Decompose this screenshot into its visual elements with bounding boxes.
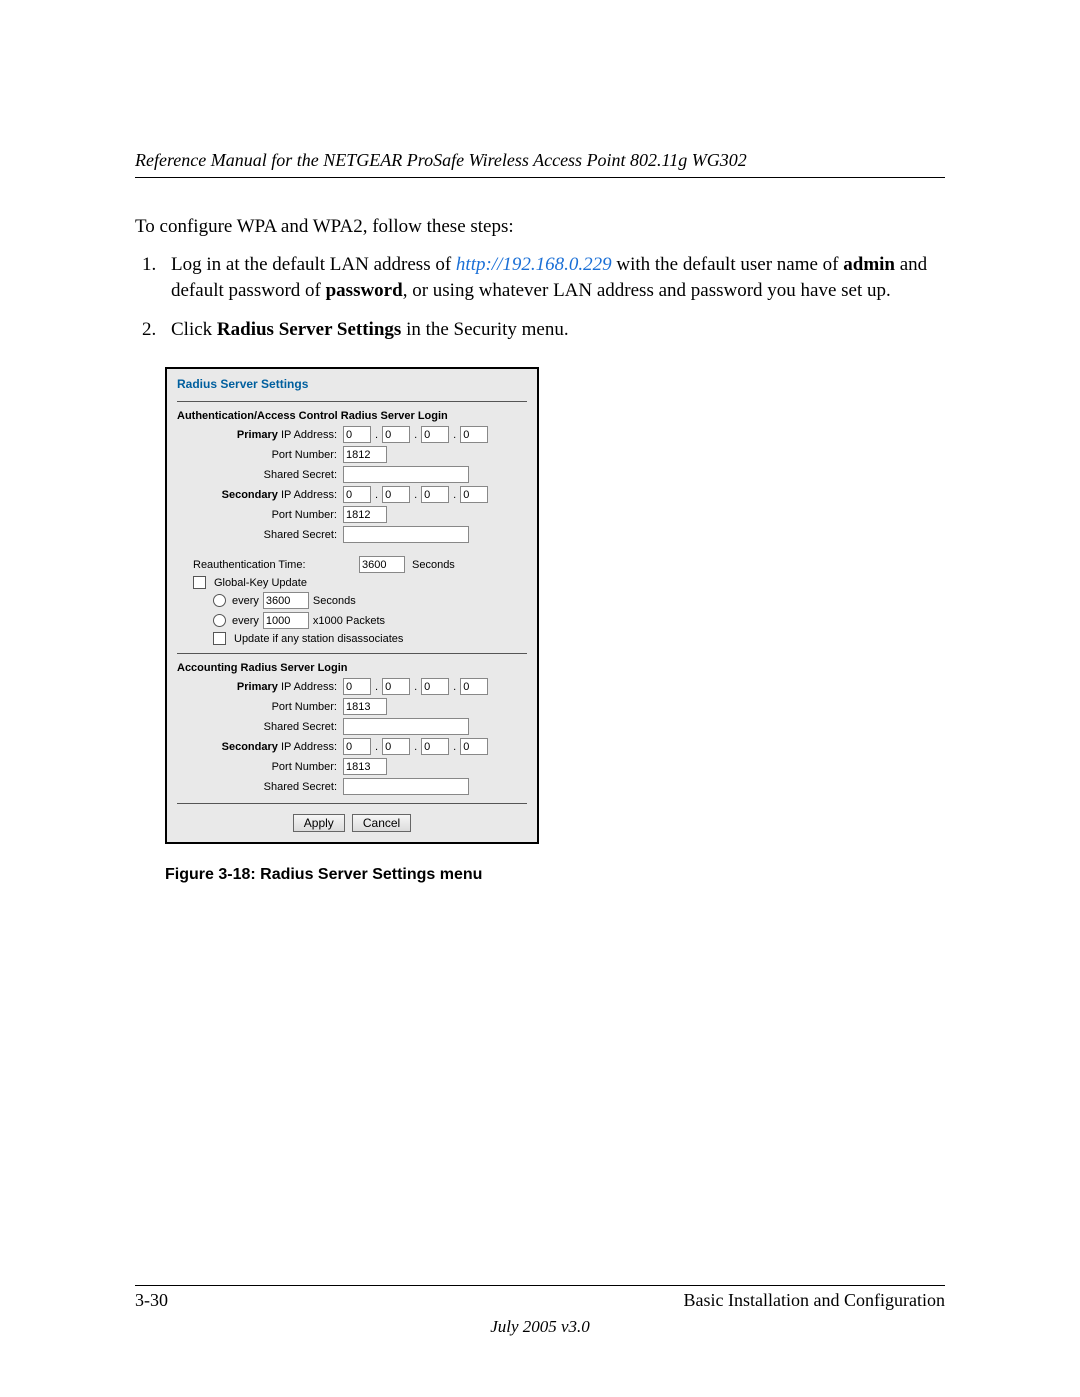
- auth-secondary-port[interactable]: [343, 506, 387, 523]
- dot-icon: .: [453, 489, 456, 501]
- primary-ip-label: Primary IP Address:: [177, 429, 343, 441]
- step1-text-d: , or using whatever LAN address and pass…: [403, 280, 891, 301]
- auth-primary-secret[interactable]: [343, 466, 469, 483]
- seconds-unit: Seconds: [313, 595, 356, 607]
- footer-page-number: 3-30: [135, 1290, 168, 1311]
- secret-label: Shared Secret:: [177, 469, 343, 481]
- acct-primary-ip-3[interactable]: [421, 678, 449, 695]
- update-disassoc-checkbox[interactable]: [213, 632, 226, 645]
- dot-icon: .: [453, 429, 456, 441]
- default-lan-link[interactable]: http://192.168.0.229: [456, 254, 612, 275]
- every-label: every: [232, 615, 259, 627]
- auth-primary-port[interactable]: [343, 446, 387, 463]
- secret-label: Shared Secret:: [177, 529, 343, 541]
- step-1: Log in at the default LAN address of htt…: [161, 252, 945, 305]
- acct-secondary-port[interactable]: [343, 758, 387, 775]
- primary-ip-label: Primary IP Address:: [177, 681, 343, 693]
- reauth-label: Reauthentication Time:: [177, 559, 359, 571]
- auth-primary-ip-3[interactable]: [421, 426, 449, 443]
- dot-icon: .: [414, 681, 417, 693]
- every-label: every: [232, 595, 259, 607]
- radius-settings-panel: Radius Server Settings Authentication/Ac…: [165, 367, 539, 844]
- every-seconds-input[interactable]: [263, 592, 309, 609]
- step-2: Click Radius Server Settings in the Secu…: [161, 317, 945, 344]
- auth-secondary-secret[interactable]: [343, 526, 469, 543]
- dot-icon: .: [414, 741, 417, 753]
- auth-secondary-ip-2[interactable]: [382, 486, 410, 503]
- page-header: Reference Manual for the NETGEAR ProSafe…: [135, 150, 945, 178]
- dot-icon: .: [414, 429, 417, 441]
- every-seconds-radio[interactable]: [213, 594, 226, 607]
- reauth-time-input[interactable]: [359, 556, 405, 573]
- dot-icon: .: [414, 489, 417, 501]
- dot-icon: .: [453, 681, 456, 693]
- secondary-ip-label: Secondary IP Address:: [177, 489, 343, 501]
- acct-primary-port[interactable]: [343, 698, 387, 715]
- update-disassoc-label: Update if any station disassociates: [234, 633, 403, 645]
- secondary-ip-label: Secondary IP Address:: [177, 741, 343, 753]
- global-key-checkbox[interactable]: [193, 576, 206, 589]
- page-footer: 3-30 Basic Installation and Configuratio…: [135, 1285, 945, 1337]
- divider: [177, 653, 527, 654]
- step2-menu: Radius Server Settings: [217, 319, 401, 340]
- secret-label: Shared Secret:: [177, 721, 343, 733]
- steps-list: Log in at the default LAN address of htt…: [135, 252, 945, 344]
- dot-icon: .: [375, 489, 378, 501]
- panel-title: Radius Server Settings: [177, 377, 527, 391]
- cancel-button[interactable]: Cancel: [352, 814, 411, 832]
- port-label: Port Number:: [177, 761, 343, 773]
- acct-section-title: Accounting Radius Server Login: [177, 662, 527, 674]
- auth-section-title: Authentication/Access Control Radius Ser…: [177, 410, 527, 422]
- step1-password: password: [326, 280, 403, 301]
- port-label: Port Number:: [177, 509, 343, 521]
- every-packets-radio[interactable]: [213, 614, 226, 627]
- divider: [177, 803, 527, 804]
- intro-text: To configure WPA and WPA2, follow these …: [135, 214, 945, 240]
- apply-button[interactable]: Apply: [293, 814, 345, 832]
- step1-admin: admin: [843, 254, 895, 275]
- port-label: Port Number:: [177, 701, 343, 713]
- auth-secondary-ip-3[interactable]: [421, 486, 449, 503]
- auth-primary-ip-2[interactable]: [382, 426, 410, 443]
- acct-secondary-ip-1[interactable]: [343, 738, 371, 755]
- acct-primary-ip-2[interactable]: [382, 678, 410, 695]
- footer-version: July 2005 v3.0: [135, 1317, 945, 1337]
- figure-caption: Figure 3-18: Radius Server Settings menu: [165, 866, 945, 884]
- acct-secondary-ip-2[interactable]: [382, 738, 410, 755]
- auth-primary-ip-4[interactable]: [460, 426, 488, 443]
- auth-primary-ip-1[interactable]: [343, 426, 371, 443]
- dot-icon: .: [375, 741, 378, 753]
- acct-secondary-secret[interactable]: [343, 778, 469, 795]
- footer-section: Basic Installation and Configuration: [684, 1290, 945, 1311]
- step1-text-a: Log in at the default LAN address of: [171, 254, 456, 275]
- every-packets-input[interactable]: [263, 612, 309, 629]
- global-key-label: Global-Key Update: [214, 577, 307, 589]
- auth-secondary-ip-4[interactable]: [460, 486, 488, 503]
- divider: [177, 401, 527, 402]
- acct-primary-ip-4[interactable]: [460, 678, 488, 695]
- acct-primary-secret[interactable]: [343, 718, 469, 735]
- step2-text-a: Click: [171, 319, 217, 340]
- seconds-unit: Seconds: [412, 559, 455, 571]
- acct-secondary-ip-4[interactable]: [460, 738, 488, 755]
- dot-icon: .: [375, 681, 378, 693]
- dot-icon: .: [453, 741, 456, 753]
- dot-icon: .: [375, 429, 378, 441]
- secret-label: Shared Secret:: [177, 781, 343, 793]
- port-label: Port Number:: [177, 449, 343, 461]
- acct-primary-ip-1[interactable]: [343, 678, 371, 695]
- acct-secondary-ip-3[interactable]: [421, 738, 449, 755]
- step1-text-b: with the default user name of: [612, 254, 844, 275]
- auth-secondary-ip-1[interactable]: [343, 486, 371, 503]
- step2-text-c: in the Security menu.: [401, 319, 568, 340]
- packets-unit: x1000 Packets: [313, 615, 385, 627]
